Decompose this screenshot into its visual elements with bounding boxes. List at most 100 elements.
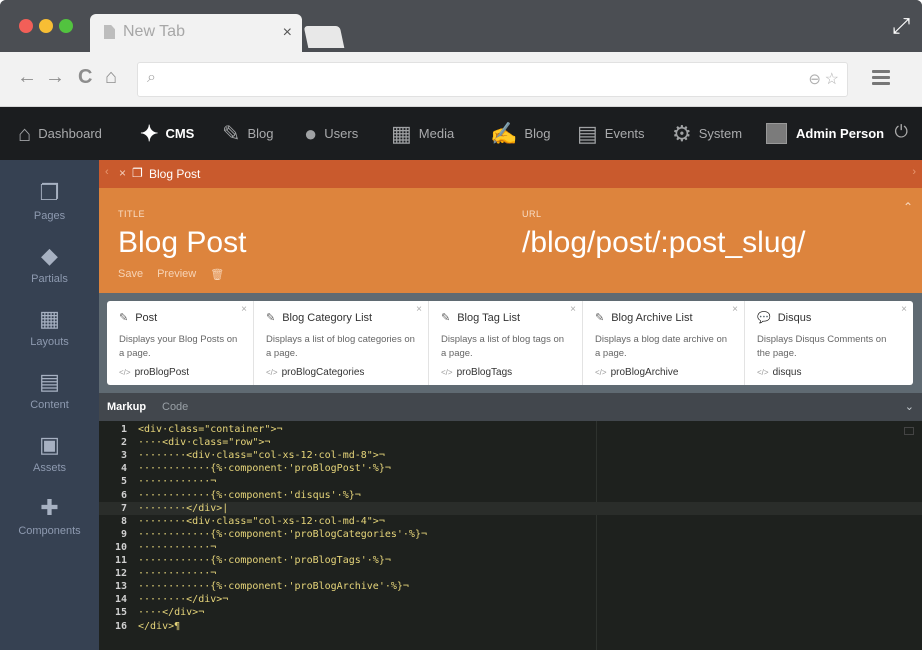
code-text: ············¬ xyxy=(138,568,217,580)
code-line[interactable]: 2 ····<div·class="row">¬ xyxy=(99,436,922,449)
line-number: 12 xyxy=(114,568,127,580)
tab-close-icon[interactable]: × xyxy=(283,24,292,42)
code-line[interactable]: 15 ····</div>¬ xyxy=(99,606,922,619)
tab-code[interactable]: Code xyxy=(162,401,188,413)
forward-button[interactable]: → xyxy=(45,66,65,89)
gear-icon: ⚙ xyxy=(672,120,692,146)
save-button[interactable]: Save xyxy=(118,268,143,281)
code-line[interactable]: 5 ············¬ xyxy=(99,475,922,488)
edit-icon: ✎ xyxy=(266,312,276,324)
code-line[interactable]: 13 ············{%·component·'proBlogArchi… xyxy=(99,580,922,593)
title-input[interactable]: Blog Post xyxy=(118,226,246,260)
code-line[interactable]: 1 <div·class="container">¬ xyxy=(99,423,922,436)
code-line[interactable]: 10 ············¬ xyxy=(99,541,922,554)
code-line[interactable]: 7 ········</div>| xyxy=(99,501,922,515)
nav-label: Users xyxy=(324,126,359,141)
nav-label: Blog xyxy=(524,126,551,141)
code-line[interactable]: 6 ············{%·component·'disqus'·%}¬ xyxy=(99,489,922,502)
code-text: ········<div·class="col-xs-12·col-md-8">… xyxy=(138,450,385,462)
home-button[interactable]: ⌂ xyxy=(105,66,117,89)
collapse-icon[interactable]: ⌃ xyxy=(903,200,913,214)
new-tab-button[interactable] xyxy=(303,26,345,48)
browser-menu-icon[interactable] xyxy=(872,70,890,86)
code-line[interactable]: 12 ············¬ xyxy=(99,567,922,580)
nav-item-users[interactable]: ● Users xyxy=(304,107,358,160)
nav-item-dashboard[interactable]: ⌂ Dashboard xyxy=(18,107,102,160)
scroll-right-icon[interactable]: › xyxy=(912,166,916,178)
component-description: Displays Disqus Comments on the page. xyxy=(757,334,887,359)
reload-button[interactable]: C xyxy=(78,66,92,89)
component-alias-row: </> disqus xyxy=(757,367,901,378)
tab-markup[interactable]: Markup xyxy=(107,401,146,413)
power-icon[interactable]: ⏻ xyxy=(895,122,908,142)
home-icon: ⌂ xyxy=(18,120,32,146)
code-icon: </> xyxy=(757,368,769,377)
component-title-row: ✎ Post xyxy=(119,311,241,325)
browser-toolbar: ← → C ⌂ ⌕ ⊖ ☆ xyxy=(0,52,922,107)
chevron-down-icon[interactable]: ⌄ xyxy=(905,400,914,413)
code-text: ········</div>¬ xyxy=(138,594,229,606)
editor-tab-label[interactable]: Blog Post xyxy=(149,167,200,181)
code-line[interactable]: 9 ············{%·component·'proBlogCatego… xyxy=(99,528,922,541)
scroll-left-icon[interactable]: ‹ xyxy=(105,166,109,178)
code-line[interactable]: 14 ········</div>¬ xyxy=(99,593,922,606)
nav-item-events[interactable]: ▤ Events xyxy=(577,107,645,160)
code-text: ············{%·component·'proBlogTags'·%… xyxy=(138,555,391,566)
sidebar-item-content[interactable]: ▤ Content xyxy=(0,369,99,411)
remove-component-icon[interactable]: × xyxy=(241,304,247,315)
close-window-button[interactable] xyxy=(19,19,33,33)
component-card[interactable]: × 💬 Disqus Displays Disqus Comments on th… xyxy=(745,301,913,385)
component-card[interactable]: × ✎ Post Displays your Blog Posts on a pa… xyxy=(107,301,254,385)
document-icon: ❐ xyxy=(132,166,143,180)
fullscreen-icon[interactable]: ⤢ xyxy=(892,13,910,39)
delete-icon[interactable]: 🗑 xyxy=(210,268,224,281)
nav-item-blog-2[interactable]: ✍ Blog xyxy=(490,107,550,160)
line-number: 10 xyxy=(114,541,127,553)
sidebar-item-pages[interactable]: ❐ Pages xyxy=(0,180,99,222)
sidebar-item-partials[interactable]: ◆ Partials xyxy=(0,243,99,285)
nav-item-cms[interactable]: ✦ CMS xyxy=(140,107,194,160)
sidebar-item-layouts[interactable]: ▦ Layouts xyxy=(0,306,99,348)
sidebar-item-label: Layouts xyxy=(30,336,69,348)
code-line[interactable]: 3 ········<div·class="col-xs-12·col-md-8"… xyxy=(99,449,922,462)
zoom-icon[interactable]: ⊖ xyxy=(808,70,821,88)
back-button[interactable]: ← xyxy=(17,66,37,89)
user-name: Admin Person xyxy=(796,126,885,141)
remove-component-icon[interactable]: × xyxy=(901,304,907,315)
code-line[interactable]: 11 ············{%·component·'proBlogTags'… xyxy=(99,554,922,567)
main-navigation: ⌂ Dashboard ✦ CMS ✎ Blog ● Users ▦ Media… xyxy=(0,107,922,160)
maximize-window-button[interactable] xyxy=(59,19,73,33)
code-editor[interactable]: 1 <div·class="container">¬ 2 ····<div·class… xyxy=(99,421,922,650)
sidebar-item-components[interactable]: ✚ Components xyxy=(0,495,99,537)
sidebar-item-assets[interactable]: ▣ Assets xyxy=(0,432,99,474)
url-input[interactable]: /blog/post/:post_slug/ xyxy=(522,226,806,260)
remove-component-icon[interactable]: × xyxy=(416,304,422,315)
remove-component-icon[interactable]: × xyxy=(732,304,738,315)
nav-item-media[interactable]: ▦ Media xyxy=(391,107,454,160)
code-line[interactable]: 8 ········<div·class="col-xs-12·col-md-4"… xyxy=(99,515,922,528)
bookmark-star-icon[interactable]: ☆ xyxy=(825,69,839,89)
components-bar: × ✎ Post Displays your Blog Posts on a pa… xyxy=(99,293,922,393)
film-icon: ▦ xyxy=(391,120,412,146)
code-line[interactable]: 16 </div>¶ xyxy=(99,620,922,633)
component-card[interactable]: × ✎ Blog Category List Displays a list of… xyxy=(254,301,429,385)
code-line[interactable]: 4 ············{%·component·'proBlogPost'·… xyxy=(99,462,922,475)
remove-component-icon[interactable]: × xyxy=(570,304,576,315)
address-bar[interactable]: ⌕ ⊖ ☆ xyxy=(137,62,848,97)
page-header-form: TITLE Blog Post URL /blog/post/:post_slu… xyxy=(99,188,922,293)
nav-item-blog[interactable]: ✎ Blog xyxy=(222,107,273,160)
sidebar-item-label: Components xyxy=(18,525,81,537)
edit-icon: ✎ xyxy=(441,312,451,324)
nav-item-system[interactable]: ⚙ System xyxy=(672,107,742,160)
line-number: 2 xyxy=(120,437,127,449)
component-card[interactable]: × ✎ Blog Archive List Displays a blog dat… xyxy=(583,301,745,385)
preview-button[interactable]: Preview xyxy=(157,268,196,281)
component-card[interactable]: × ✎ Blog Tag List Displays a list of blog… xyxy=(429,301,583,385)
component-description: Displays your Blog Posts on a page. xyxy=(119,334,238,359)
close-tab-icon[interactable]: × xyxy=(119,166,126,180)
pencil-icon: ✎ xyxy=(222,120,241,146)
avatar xyxy=(766,123,787,144)
user-menu[interactable]: Admin Person xyxy=(766,123,884,144)
minimize-window-button[interactable] xyxy=(39,19,53,33)
browser-tab[interactable]: New Tab × xyxy=(90,14,302,52)
